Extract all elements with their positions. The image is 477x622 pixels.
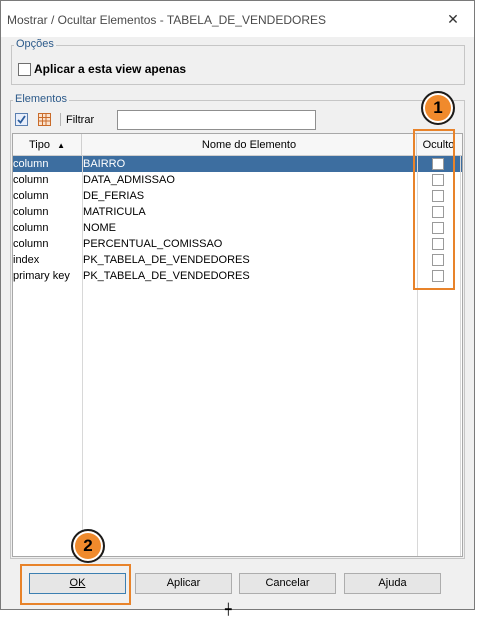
- table-row[interactable]: column MATRICULA: [13, 204, 462, 220]
- row-type: primary key: [13, 270, 70, 282]
- resize-cursor-icon: ┿: [225, 604, 232, 616]
- title-bar: Mostrar / Ocultar Elementos - TABELA_DE_…: [1, 1, 474, 37]
- cancel-button[interactable]: Cancelar: [239, 573, 336, 594]
- check-all-glyph: [17, 115, 26, 124]
- table-row[interactable]: index PK_TABELA_DE_VENDEDORES: [13, 252, 462, 268]
- row-element-name: PK_TABELA_DE_VENDEDORES: [83, 254, 250, 266]
- column-header-name-label: Nome do Elemento: [201, 139, 297, 151]
- table-row[interactable]: column DE_FERIAS: [13, 188, 462, 204]
- column-header-type[interactable]: Tipo ▲: [13, 134, 82, 155]
- apply-view-only-label: Aplicar a esta view apenas: [34, 62, 187, 76]
- row-type: column: [13, 238, 49, 250]
- row-type: column: [13, 190, 49, 202]
- filter-input[interactable]: [117, 110, 316, 130]
- row-element-name: BAIRRO: [83, 158, 126, 170]
- table-grid-icon[interactable]: [38, 113, 51, 126]
- row-element-name: DATA_ADMISSAO: [83, 174, 175, 186]
- help-button-label: Ajuda: [378, 577, 407, 589]
- options-group-label: Opções: [14, 38, 56, 50]
- table-grid-glyph: [39, 114, 50, 125]
- table-row[interactable]: column BAIRRO: [13, 156, 462, 172]
- apply-button-label: Aplicar: [166, 577, 201, 589]
- options-group: Opções Aplicar a esta view apenas: [11, 38, 465, 85]
- row-type: index: [13, 254, 40, 266]
- table-row[interactable]: primary key PK_TABELA_DE_VENDEDORES: [13, 268, 462, 284]
- table-row[interactable]: column DATA_ADMISSAO: [13, 172, 462, 188]
- row-element-name: MATRICULA: [83, 206, 146, 218]
- window-title: Mostrar / Ocultar Elementos - TABELA_DE_…: [7, 13, 326, 27]
- elements-table[interactable]: Tipo ▲ Nome do Elemento Oculto column BAI…: [12, 133, 463, 557]
- filter-label: Filtrar: [66, 114, 95, 126]
- close-button[interactable]: ✕: [442, 8, 464, 30]
- table-right-edge: [460, 156, 461, 556]
- row-type: column: [13, 222, 49, 234]
- annotation-highlight-ok-button: [20, 564, 131, 605]
- apply-button[interactable]: Aplicar: [135, 573, 232, 594]
- column-header-name[interactable]: Nome do Elemento: [82, 134, 417, 155]
- row-type: column: [13, 206, 49, 218]
- row-type: column: [13, 174, 49, 186]
- annotation-badge-1: 1: [421, 91, 455, 125]
- annotation-highlight-hidden-column: [413, 129, 455, 290]
- column-divider-type: [82, 156, 83, 556]
- table-row[interactable]: column NOME: [13, 220, 462, 236]
- row-element-name: PK_TABELA_DE_VENDEDORES: [83, 270, 250, 282]
- cancel-button-label: Cancelar: [265, 577, 310, 589]
- row-type: column: [13, 158, 49, 170]
- sort-ascending-icon: ▲: [57, 141, 65, 150]
- column-header-type-label: Tipo: [29, 139, 50, 151]
- row-element-name: PERCENTUAL_COMISSAO: [83, 238, 223, 250]
- apply-view-only-checkbox[interactable]: [18, 63, 31, 76]
- table-header: Tipo ▲ Nome do Elemento Oculto: [13, 134, 462, 156]
- row-element-name: DE_FERIAS: [83, 190, 145, 202]
- help-button[interactable]: Ajuda: [344, 573, 441, 594]
- toolbar-separator: [60, 113, 61, 126]
- elements-group-label: Elementos: [13, 93, 69, 105]
- check-all-icon[interactable]: [15, 113, 28, 126]
- annotation-badge-2: 2: [71, 529, 105, 563]
- dialog-window: Mostrar / Ocultar Elementos - TABELA_DE_…: [0, 0, 475, 610]
- table-row[interactable]: column PERCENTUAL_COMISSAO: [13, 236, 462, 252]
- row-element-name: NOME: [83, 222, 116, 234]
